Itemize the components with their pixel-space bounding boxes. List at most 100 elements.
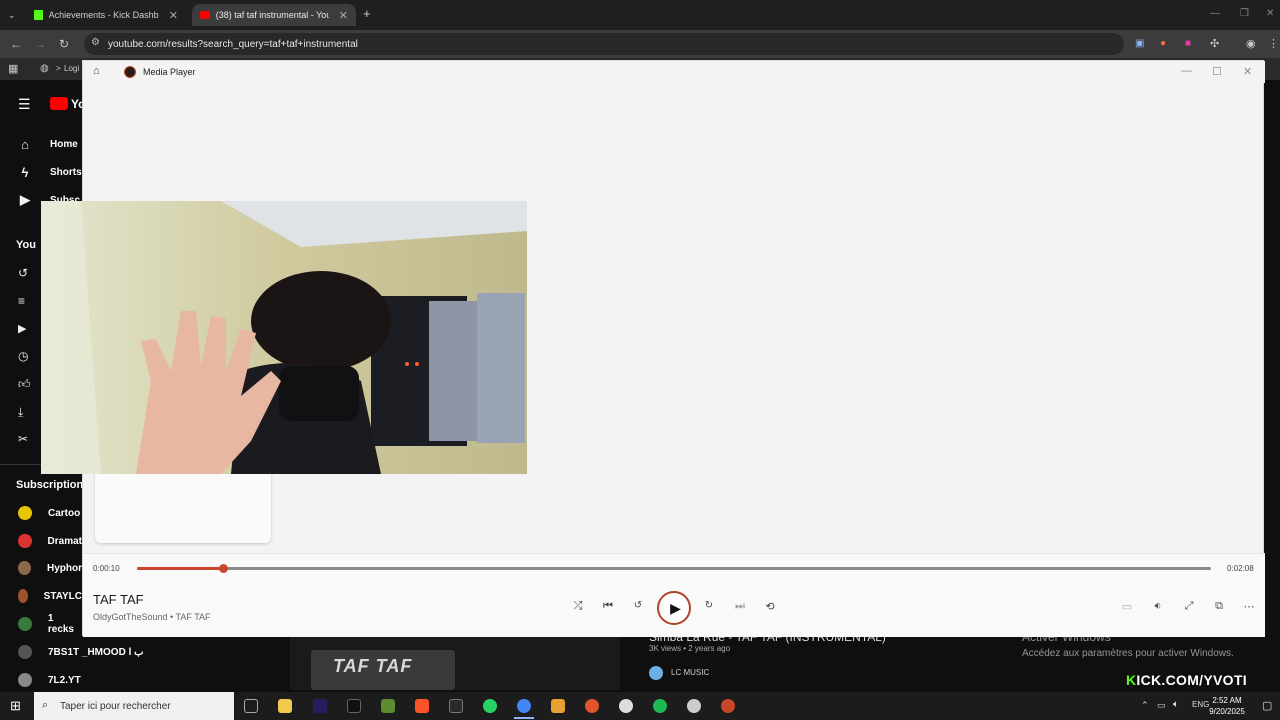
seek-bar[interactable] [137, 564, 1211, 573]
extension-1-icon[interactable]: ▣ [1135, 37, 1144, 51]
more-options-icon[interactable]: ⋯ [1241, 600, 1257, 613]
artist-album-line[interactable]: OldyGotTheSound • TAF TAF [93, 612, 211, 622]
seek-thumb[interactable] [218, 564, 228, 573]
close-icon[interactable]: ✕ [339, 9, 348, 22]
shuffle-icon[interactable]: ⤮ [569, 600, 587, 613]
tab-kick-dashboard[interactable]: Achievements - Kick Dashboard ✕ [26, 4, 186, 26]
forward-icon[interactable]: → [34, 37, 46, 51]
liked-icon[interactable]: 👍︎ [18, 377, 31, 392]
chrome-icon[interactable] [517, 699, 531, 713]
captions-icon[interactable]: ▭ [1119, 600, 1135, 613]
thumbnail-text: TAF TAF [333, 656, 413, 676]
task-view-icon[interactable] [244, 699, 258, 713]
notifications-icon[interactable]: ▢ [1262, 699, 1272, 712]
channel-avatar[interactable] [649, 666, 663, 680]
file-explorer-icon[interactable] [278, 699, 292, 713]
epic-games-icon[interactable] [449, 699, 463, 713]
fullscreen-icon[interactable]: ⤢ [1181, 600, 1197, 613]
hamburger-menu-icon[interactable]: ☰ [18, 96, 31, 113]
extensions-puzzle-icon[interactable]: ✣ [1210, 37, 1219, 51]
subscription-item[interactable]: 7BS1T _HMOOD l ب [0, 640, 160, 664]
subscription-item[interactable]: Hyphor [0, 556, 82, 580]
video-thumbnail-area[interactable]: TAF TAF [290, 636, 620, 690]
downloads-icon[interactable]: ⤓ [18, 405, 23, 420]
close-icon[interactable]: ✕ [169, 9, 178, 22]
previous-icon[interactable]: ⏮ [599, 600, 617, 613]
whatsapp-icon[interactable] [483, 699, 497, 713]
obs-icon[interactable] [619, 699, 633, 713]
sidebar-item-home[interactable]: ⌂ Home [0, 132, 82, 156]
home-icon[interactable]: ⌂ [93, 65, 100, 77]
brave-icon[interactable] [415, 699, 429, 713]
tiktok-icon[interactable] [347, 699, 361, 713]
windows-start-icon[interactable]: ⊞ [10, 698, 21, 714]
clips-icon[interactable]: ✂ [18, 432, 28, 446]
subscription-item[interactable]: Dramat [0, 529, 82, 553]
back-icon[interactable]: ← [10, 37, 22, 51]
maximize-icon[interactable]: ❐ [1240, 7, 1249, 21]
volume-icon[interactable]: 🔉︎ [1150, 600, 1166, 613]
subscription-item[interactable]: 1 recks [0, 612, 82, 636]
site-info-icon[interactable]: ⚙ [91, 37, 100, 48]
channel-name[interactable]: LC MUSIC [671, 668, 709, 677]
video-thumbnail[interactable]: TAF TAF [311, 650, 455, 690]
reload-icon[interactable]: ↻ [59, 37, 69, 51]
windows-activation-watermark: Activer Windows Accédez aux paramètres p… [1022, 630, 1234, 659]
mini-player-icon[interactable]: ⧉ [1211, 600, 1227, 613]
tab-youtube[interactable]: (38) taf taf instrumental - YouTube ✕ [192, 4, 356, 26]
sidebar-item-shorts[interactable]: ϟ Shorts [0, 160, 82, 184]
bookmark-logi[interactable]: Logi [64, 64, 79, 73]
time-total: 0:02:08 [1227, 564, 1254, 573]
repeat-icon[interactable]: ⟲ [761, 600, 779, 613]
address-bar[interactable]: ⚙ youtube.com/results?search_query=taf+t… [84, 33, 1124, 55]
close-icon[interactable]: ✕ [1243, 65, 1252, 78]
apps-grid-icon[interactable]: ▦ [8, 62, 18, 76]
subscription-item[interactable]: Cartoo [0, 501, 82, 525]
network-icon[interactable]: ▭ [1157, 700, 1166, 711]
subscription-label: 7BS1T _HMOOD l ب [48, 646, 144, 658]
new-tab-button[interactable]: + [363, 7, 371, 21]
taskbar-search[interactable]: ⌕ Taper ici pour rechercher [34, 692, 234, 720]
maximize-icon[interactable]: ☐ [1212, 65, 1222, 78]
app-orange-icon[interactable] [551, 699, 565, 713]
media-player-icon[interactable] [721, 699, 735, 713]
next-icon[interactable]: ⏭ [731, 600, 749, 613]
your-videos-icon[interactable]: ▶ [18, 322, 26, 335]
system-clock[interactable]: 2:52 AM 9/20/2025 [1202, 695, 1252, 717]
spotify-icon[interactable] [653, 699, 667, 713]
kick-channel-overlay: KICK.COM/YVOTI [1126, 672, 1247, 688]
playlists-icon[interactable]: ≡ [18, 294, 25, 308]
youtube-logo-icon[interactable] [50, 97, 68, 110]
watch-later-icon[interactable]: ◷ [18, 349, 28, 363]
minimize-icon[interactable]: — [1181, 65, 1192, 77]
close-window-icon[interactable]: ✕ [1266, 7, 1274, 21]
song-title[interactable]: TAF TAF [93, 592, 144, 607]
webcam-feed-image [41, 201, 527, 474]
tab-search-icon[interactable]: ⌄ [8, 8, 16, 22]
history-icon[interactable]: ↺ [18, 266, 28, 280]
steam-icon[interactable] [687, 699, 701, 713]
premiere-icon[interactable] [313, 699, 327, 713]
clock-time: 2:52 AM [1212, 696, 1242, 705]
subscription-item[interactable]: 7L2.YT [0, 668, 82, 692]
tray-chevron-icon[interactable]: ⌃ [1141, 700, 1149, 711]
play-button[interactable]: ▶ [657, 591, 691, 625]
subscriptions-heading[interactable]: Subscriptions [16, 479, 89, 491]
extension-2-icon[interactable]: ● [1160, 37, 1166, 51]
channel-avatar [18, 534, 32, 548]
subscription-item[interactable]: STAYLC [0, 584, 82, 608]
microphone-icon[interactable] [585, 699, 599, 713]
playback-controls: 0:00:10 0:02:08 TAF TAF OldyGotTheSound … [83, 553, 1265, 637]
shorts-icon: ϟ [21, 164, 29, 180]
skip-forward-30-icon[interactable]: ↻ [700, 600, 718, 611]
extension-3-icon[interactable]: ■ [1185, 37, 1191, 51]
youtube-favicon-icon [200, 11, 210, 19]
minimize-icon[interactable]: — [1210, 7, 1220, 21]
menu-dots-icon[interactable]: ⋮ [1268, 37, 1279, 51]
you-section-heading[interactable]: You [16, 239, 36, 251]
minecraft-icon[interactable] [381, 699, 395, 713]
profile-icon[interactable]: ◉ [1246, 37, 1256, 51]
volume-tray-icon[interactable]: 🔈︎ [1173, 699, 1179, 710]
kick-url-text: ICK.COM/YVOTI [1136, 672, 1247, 688]
skip-back-10-icon[interactable]: ↺ [629, 600, 647, 611]
